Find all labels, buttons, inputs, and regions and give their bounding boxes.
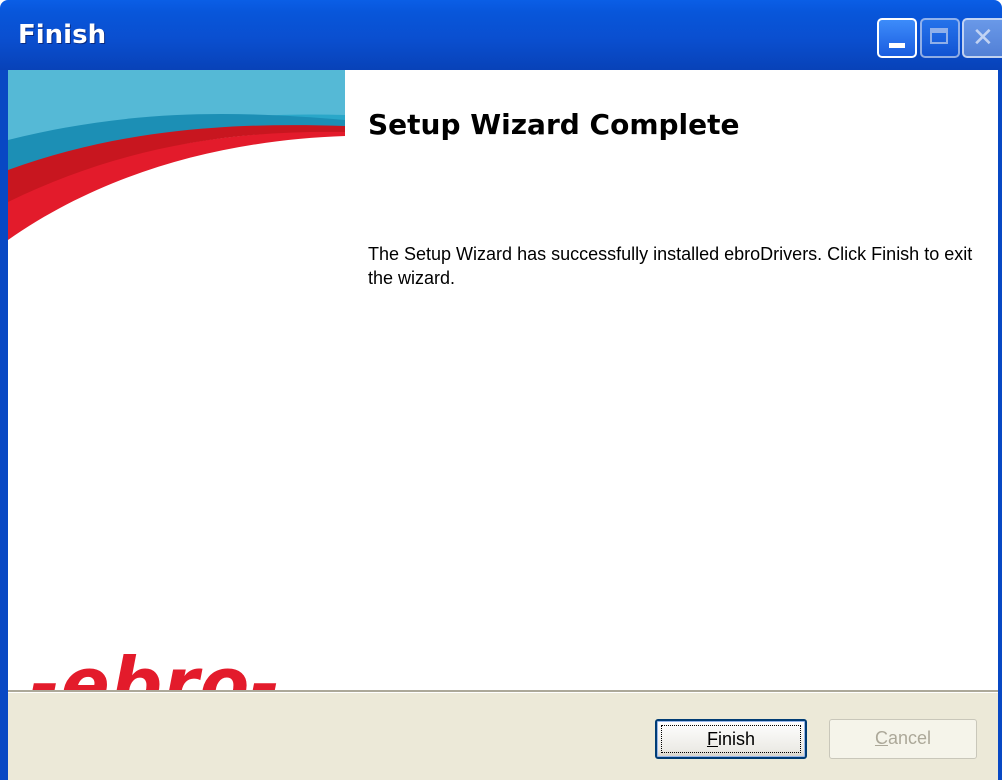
finish-button[interactable]: Finish [655,719,807,759]
wizard-side-banner: -ebro- a xylem brand [0,70,345,746]
completion-message: The Setup Wizard has successfully instal… [368,244,973,288]
banner-swoosh-graphic [8,70,345,240]
focus-rectangle [661,725,801,753]
setup-wizard-window: Finish -ebro- a xylem brand Setup Wizard… [0,0,1002,780]
page-heading: Setup Wizard Complete [368,108,740,141]
window-title: Finish [18,20,107,50]
window-left-frame [0,690,8,780]
close-button [962,18,1002,58]
cancel-mnemonic: C [874,728,888,748]
title-bar[interactable]: Finish [0,0,1002,70]
cancel-label-rest: ancel [887,728,932,748]
cancel-button: Cancel [829,719,977,759]
maximize-button [920,18,960,58]
minimize-button[interactable] [877,18,917,58]
window-right-frame [998,70,1002,780]
